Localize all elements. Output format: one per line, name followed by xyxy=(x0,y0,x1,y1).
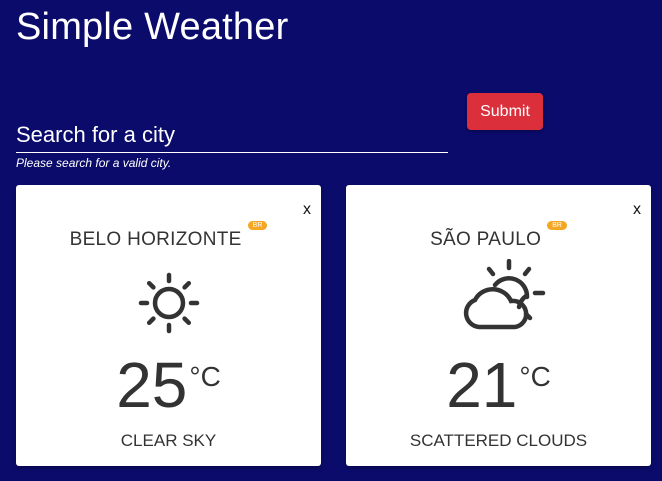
temperature-value: 21 xyxy=(446,349,518,421)
temperature-unit: °C xyxy=(519,361,551,392)
city-name: SÃO PAULO xyxy=(430,229,542,250)
app-title: Simple Weather xyxy=(16,6,289,48)
temperature-unit: °C xyxy=(189,361,221,392)
city-header: SÃO PAULO BR xyxy=(346,221,651,251)
search-helper-text: Please search for a valid city. xyxy=(16,156,172,170)
weather-description: SCATTERED CLOUDS xyxy=(409,431,588,450)
sun-icon xyxy=(138,272,199,334)
partly-cloudy-icon xyxy=(463,259,545,330)
weather-description: CLEAR SKY xyxy=(120,431,217,450)
temperature-display: 21°C xyxy=(346,353,651,417)
search-input[interactable] xyxy=(16,118,448,153)
weather-card-belo-horizonte: x BELO HORIZONTE BR 25°C CLEAR SKY xyxy=(16,185,321,466)
app-root: Simple Weather Please search for a valid… xyxy=(0,0,662,481)
temperature-display: 25°C xyxy=(16,353,321,417)
search-form: Please search for a valid city. Submit xyxy=(16,92,576,172)
city-header: BELO HORIZONTE BR xyxy=(16,221,321,251)
temperature-value: 25 xyxy=(116,349,188,421)
close-card-button[interactable]: x xyxy=(303,201,311,219)
country-badge: BR xyxy=(247,221,268,230)
country-badge: BR xyxy=(547,221,567,230)
close-card-button[interactable]: x xyxy=(633,201,641,219)
submit-button[interactable]: Submit xyxy=(467,93,543,130)
city-name: BELO HORIZONTE xyxy=(69,229,242,250)
weather-card-sao-paulo: x SÃO PAULO BR 21°C SCATTERED CLOUDS xyxy=(346,185,651,466)
